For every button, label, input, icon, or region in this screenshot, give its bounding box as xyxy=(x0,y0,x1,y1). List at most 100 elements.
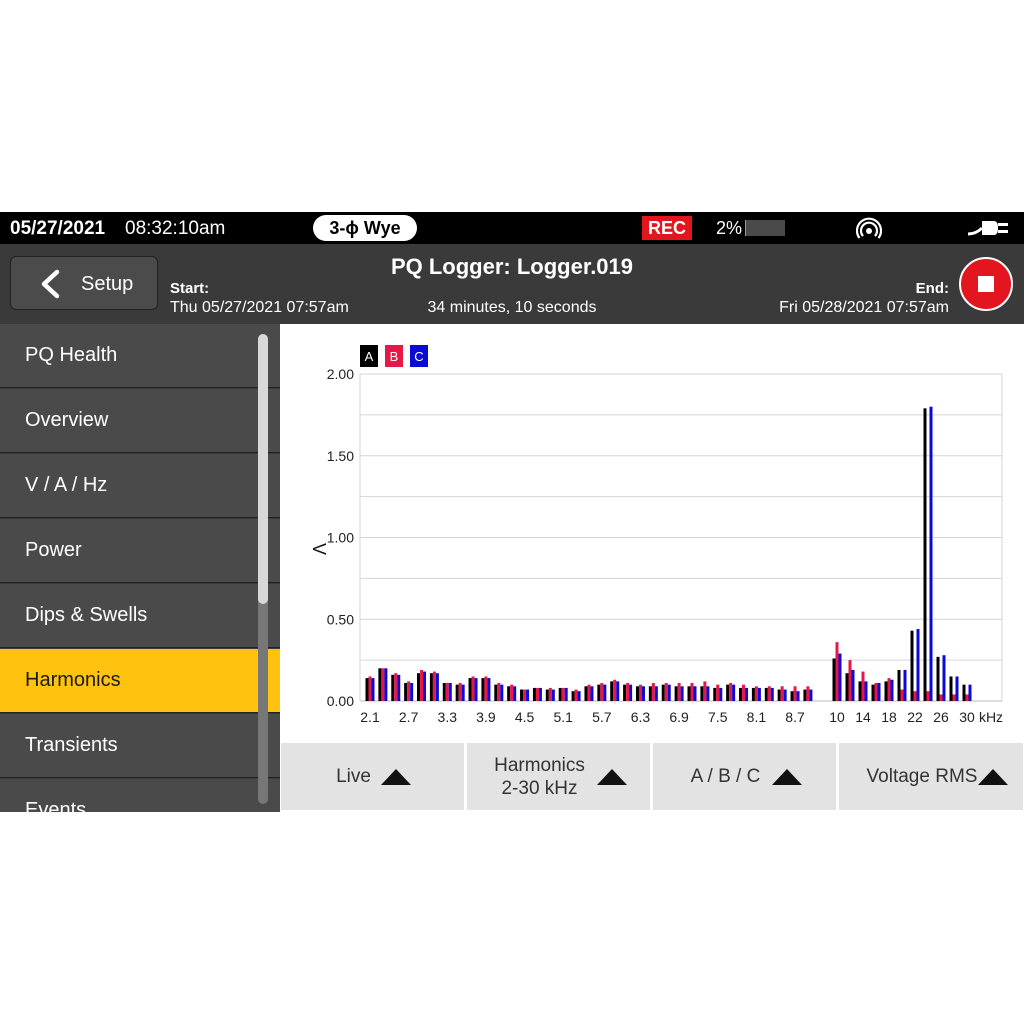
bar-b xyxy=(690,683,694,701)
scrollbar-thumb[interactable] xyxy=(258,334,268,604)
bar-b xyxy=(754,686,758,701)
bar-a xyxy=(455,684,459,701)
bar-c xyxy=(732,684,736,701)
bar-c xyxy=(851,669,855,701)
x-tick-label: 30 xyxy=(959,709,975,725)
bar-b xyxy=(848,660,852,701)
bar-a xyxy=(365,678,369,701)
bar-a xyxy=(597,684,601,701)
bar-a xyxy=(803,689,807,701)
bar-b xyxy=(484,676,488,701)
bar-c xyxy=(968,684,972,701)
bar-c xyxy=(809,689,813,701)
sidebar-item-harmonics[interactable]: Harmonics xyxy=(0,649,280,713)
bar-a xyxy=(571,691,575,701)
bar-c xyxy=(667,684,671,701)
bar-b xyxy=(952,694,956,701)
bar-a xyxy=(751,687,755,701)
memory-bar-fill xyxy=(745,220,746,236)
bar-a xyxy=(494,684,498,701)
bar-b xyxy=(965,694,969,701)
bar-b xyxy=(780,686,784,701)
sidebar-scrollbar[interactable] xyxy=(258,334,268,804)
wireless-signal-icon xyxy=(855,217,883,244)
bar-a xyxy=(897,669,901,701)
voltage-rms-button[interactable]: Voltage RMS xyxy=(839,743,1023,810)
bar-c xyxy=(890,679,894,701)
bar-b xyxy=(613,679,617,701)
header-bar: Setup PQ Logger: Logger.019 Start: Thu 0… xyxy=(0,244,1024,324)
bar-a xyxy=(481,678,485,701)
sidebar-item-overview[interactable]: Overview xyxy=(0,389,280,453)
bar-b xyxy=(445,683,449,701)
bar-b xyxy=(716,684,720,701)
sidebar-item-v-a-hz[interactable]: V / A / Hz xyxy=(0,454,280,518)
bar-b xyxy=(420,669,424,701)
y-tick-label: 2.00 xyxy=(327,366,354,382)
bar-c xyxy=(526,689,530,701)
bar-c xyxy=(590,686,594,701)
bar-a xyxy=(858,681,862,701)
x-tick-label: 6.3 xyxy=(631,709,651,725)
bar-b xyxy=(939,694,943,701)
bar-a xyxy=(949,676,953,701)
bar-b xyxy=(510,684,514,701)
x-tick-label: 22 xyxy=(907,709,923,725)
legend-label-a: A xyxy=(365,349,374,364)
bar-c xyxy=(423,671,427,701)
bar-c xyxy=(706,686,710,701)
bar-b xyxy=(664,683,668,701)
bar-c xyxy=(538,687,542,701)
sidebar-item-transients[interactable]: Transients xyxy=(0,714,280,778)
bar-a xyxy=(391,674,395,701)
bar-c xyxy=(770,687,774,701)
harmonics-range-button[interactable]: Harmonics 2-30 kHz xyxy=(467,743,650,810)
x-tick-label: 8.1 xyxy=(747,709,767,725)
bar-c xyxy=(435,673,439,701)
bar-b xyxy=(742,684,746,701)
sidebar-item-power[interactable]: Power xyxy=(0,519,280,583)
x-tick-label: 5.7 xyxy=(592,709,612,725)
wiring-config-badge[interactable]: 3-ϕ Wye xyxy=(313,215,417,241)
bar-a xyxy=(739,687,743,701)
sidebar-item-label: Events xyxy=(25,799,87,812)
bar-c xyxy=(796,691,800,701)
harmonics-range-label: Harmonics 2-30 kHz xyxy=(494,755,585,799)
stop-recording-button[interactable] xyxy=(959,257,1013,311)
bar-c xyxy=(903,669,907,701)
live-mode-button[interactable]: Live xyxy=(281,743,464,810)
x-tick-label: 2.7 xyxy=(399,709,419,725)
bar-b xyxy=(651,683,655,701)
y-tick-label: 0.00 xyxy=(327,693,354,709)
bar-b xyxy=(471,676,475,701)
bar-c xyxy=(616,681,620,701)
triangle-up-icon xyxy=(772,769,802,785)
x-tick-label: 6.9 xyxy=(669,709,689,725)
legend-label-b: B xyxy=(390,349,399,364)
bar-c xyxy=(371,678,375,701)
sidebar-item-dips-swells[interactable]: Dips & Swells xyxy=(0,584,280,648)
bar-c xyxy=(603,684,607,701)
x-tick-label: 7.5 xyxy=(708,709,728,725)
bar-c xyxy=(551,689,555,701)
bar-a xyxy=(871,684,875,701)
bar-c xyxy=(838,653,842,701)
x-tick-label: 26 xyxy=(933,709,949,725)
bar-a xyxy=(520,689,524,701)
bar-b xyxy=(793,686,797,701)
x-tick-label: 18 xyxy=(881,709,897,725)
y-axis-label: V xyxy=(309,543,329,555)
bar-b xyxy=(561,687,565,701)
bar-c xyxy=(448,683,452,701)
bar-a xyxy=(936,656,940,701)
bar-a xyxy=(962,684,966,701)
bar-a xyxy=(507,686,511,701)
bar-b xyxy=(913,691,917,701)
sidebar-item-events[interactable]: Events xyxy=(0,779,280,812)
sidebar-menu: PQ Health Overview V / A / Hz Power Dips… xyxy=(0,324,280,812)
phase-select-button[interactable]: A / B / C xyxy=(653,743,836,810)
bar-a xyxy=(777,689,781,701)
memory-percent: 2% xyxy=(716,218,743,238)
voltage-rms-label: Voltage RMS xyxy=(866,766,978,787)
sidebar-item-pq-health[interactable]: PQ Health xyxy=(0,324,280,388)
